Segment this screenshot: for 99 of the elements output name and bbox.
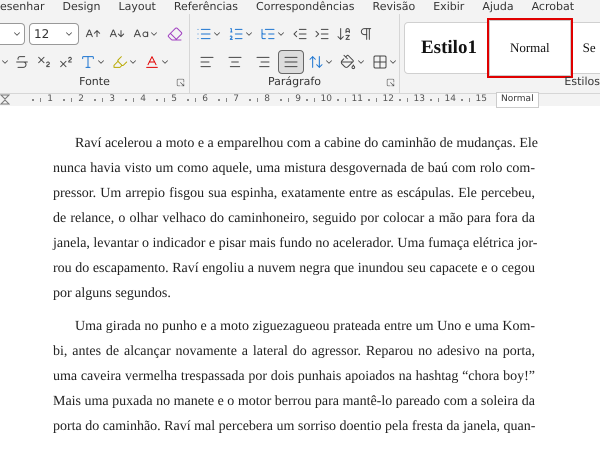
tooltip: Normal: [496, 92, 539, 108]
numbered-list-icon: [228, 26, 244, 42]
font-color-icon: [144, 54, 160, 70]
ruler-number: 1: [47, 93, 53, 106]
ruler-tick: [94, 99, 96, 101]
ribbon-tab[interactable]: Ajuda: [482, 0, 514, 14]
ruler-tick: [164, 98, 166, 102]
ruler-tick: [71, 98, 72, 102]
sort-icon: [336, 26, 352, 42]
ruler-number: 4: [140, 93, 146, 106]
ruler-tick: [406, 98, 408, 102]
ruler-tick: [314, 98, 315, 102]
ruler-tick: [32, 99, 34, 101]
ruler-tick: [398, 99, 401, 101]
text-effects-icon: [80, 54, 96, 70]
body-text-line: rou do escapamento. Raví engoliu a nuvem negra que inundou seu capacete e o cegou: [53, 260, 535, 278]
body-text-line: de relance, o olhar velhaco do caminhoneiro, seguido por colocar a mão para fora da: [53, 210, 535, 228]
ruler-tick: [133, 98, 134, 102]
group-label: Parágrafo: [268, 74, 321, 90]
ribbon-tab[interactable]: Layout: [118, 0, 156, 14]
highlighter-icon: [112, 54, 128, 70]
ruler-tick: [218, 99, 220, 101]
dialog-launcher-icon: [386, 78, 395, 87]
ruler-tick: [226, 98, 228, 102]
ruler-number: 2: [78, 93, 84, 106]
ruler-tick: [280, 99, 282, 101]
ruler-number: 12: [382, 93, 394, 106]
superscript-icon: [58, 54, 74, 70]
group-label: Estilos: [564, 74, 600, 90]
ruler-tick: [306, 99, 308, 101]
ribbon-tab[interactable]: Exibir: [433, 0, 464, 14]
ruler-tick: [288, 98, 290, 102]
ruler-tick: [430, 99, 432, 101]
ruler-tick: [468, 98, 470, 102]
ruler-number: 14: [444, 93, 456, 106]
body-text-line: pressor. Um arrepio fisgou sua espinha, exatamente entre as escápulas. Ele percebeu,: [53, 185, 535, 203]
ruler-tick: [187, 99, 190, 101]
ruler-tick: [368, 99, 370, 101]
dialog-launcher-icon: [176, 78, 185, 87]
subscript-icon: [36, 54, 52, 70]
ruler-tick: [102, 98, 104, 102]
font-name-field[interactable]: [0, 23, 25, 45]
body-text-line: uma caveira vermelha trespassada por dois punhais apoiados na hashtag “chora boy!”: [53, 368, 535, 386]
ruler-number: 13: [414, 93, 425, 106]
align-icon: [227, 54, 243, 70]
align-icon: [255, 54, 271, 70]
ruler-number: 6: [202, 93, 208, 106]
ruler-number: 11: [352, 93, 363, 106]
ruler-number: 3: [109, 93, 115, 106]
ruler-number: 15: [476, 93, 487, 106]
align-icon: [199, 54, 215, 70]
ruler-tick: [156, 99, 158, 101]
body-text-line: por alguns segundos.: [53, 285, 172, 303]
borders-icon: [372, 54, 388, 70]
body-text-line: janela, levantar o indicador e pisar mais fundo no acelerador. Uma fumaça elétrica jor-: [53, 235, 535, 253]
ruler-tick: [63, 99, 66, 101]
style-option[interactable]: Se: [574, 26, 600, 70]
ruler-number: 10: [320, 93, 332, 106]
ruler-tick: [195, 98, 196, 102]
font-size-field[interactable]: 12: [29, 23, 79, 45]
ribbon-tab[interactable]: Revisão: [372, 0, 416, 14]
ruler-tick: [257, 98, 258, 102]
ruler-number: 8: [264, 93, 270, 106]
strikethrough-icon: [14, 54, 30, 70]
ribbon-tab[interactable]: Design: [62, 0, 100, 14]
ruler-tick: [344, 98, 346, 102]
ribbon-tab[interactable]: Referências: [174, 0, 238, 14]
multilevel-list-icon: [260, 26, 276, 42]
group-label: Fonte: [79, 74, 110, 90]
decrease-indent-icon: [292, 26, 308, 42]
pilcrow-icon: [358, 26, 374, 42]
body-text-line: Raví acelerou a moto e a emparelhou com a cabine do caminhão de mudanças. Ele: [74, 135, 535, 153]
ruler-tick: [125, 99, 128, 101]
ribbon-tab[interactable]: Acrobat: [532, 0, 574, 14]
ruler-tick: [460, 99, 463, 101]
ruler-number: 5: [171, 93, 177, 106]
align-icon: [283, 54, 299, 70]
eraser-icon: [167, 26, 183, 42]
body-text-line: porta do caminhão. Raví mal percebera um sorriso doentio pela fresta da janela, quan-: [53, 418, 535, 436]
ruler-tick: [376, 98, 377, 102]
indent-marker-icon: [0, 94, 10, 106]
ruler-tick: [40, 98, 42, 102]
ruler-tick: [249, 99, 252, 101]
body-text-line: nunca havia visto um como aquele, uma mistura desgovernada de baú com rolo com-: [53, 160, 535, 178]
ruler-tick: [438, 98, 439, 102]
ribbon-tab[interactable]: Correspondências: [256, 0, 355, 14]
ruler-number: 9: [295, 93, 301, 106]
style-option[interactable]: Normal: [488, 20, 571, 76]
ruler-number: 7: [233, 93, 239, 106]
body-text-line: Mais uma puxada no manete e o motor berrou para mantê-lo pareado com a soleira da: [53, 393, 535, 411]
increase-indent-icon: [314, 26, 330, 42]
ruler-tick: [336, 99, 339, 101]
align-button[interactable]: [278, 50, 304, 74]
paint-bucket-icon: [340, 54, 356, 70]
body-text-line: Uma girada no punho e a moto ziguezagueou prateada entre um Uno e uma Kom-: [74, 318, 535, 336]
ribbon-tab[interactable]: esenhar: [0, 0, 44, 14]
line-spacing-icon: [308, 54, 324, 70]
body-text-line: bi, antes de alcançar novamente a lateral do agressor. Reparou no adesivo na porta,: [53, 343, 535, 361]
style-option[interactable]: Estilo1: [413, 26, 485, 70]
